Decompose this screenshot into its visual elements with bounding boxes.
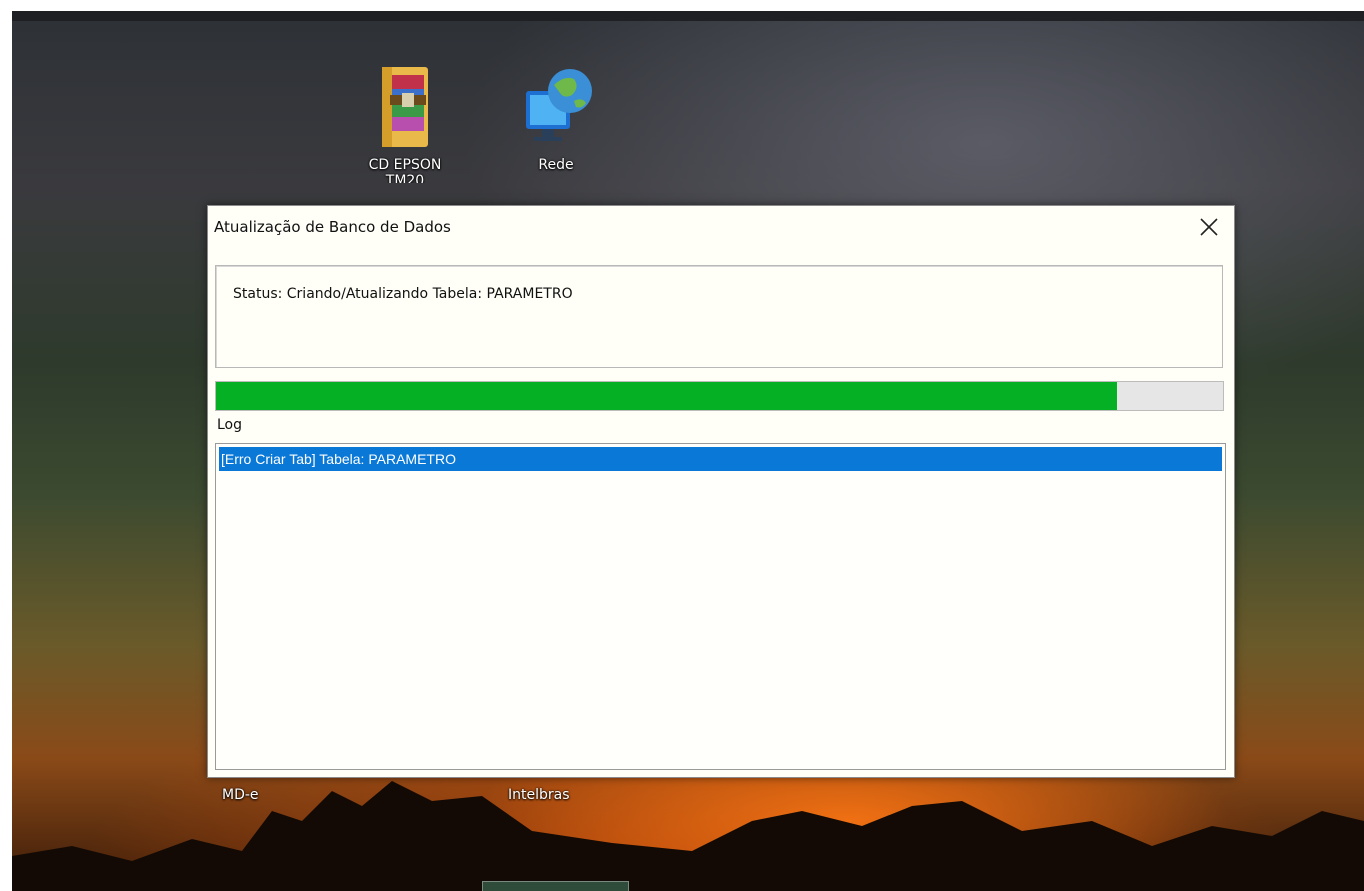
progress-fill: [216, 382, 1118, 410]
taskbar-item[interactable]: [482, 881, 629, 891]
desktop-icon-label-line2: TM20: [385, 173, 425, 183]
network-globe-icon: [526, 69, 592, 141]
log-entry[interactable]: [Erro Criar Tab] Tabela: PARAMETRO: [219, 447, 1222, 471]
desktop-icon-rede[interactable]: Rede: [501, 65, 611, 173]
desktop-icon-label: CD EPSON: [368, 157, 442, 173]
desktop-icon-label-md-e[interactable]: MD-e: [222, 787, 259, 803]
status-panel: Status: Criando/Atualizando Tabela: PARA…: [215, 265, 1223, 368]
close-icon[interactable]: [1198, 216, 1220, 238]
desktop-icon-cd-epson[interactable]: CD EPSON TM20: [350, 65, 460, 183]
status-text: Status: Criando/Atualizando Tabela: PARA…: [233, 286, 573, 302]
log-list[interactable]: [Erro Criar Tab] Tabela: PARAMETRO: [215, 443, 1226, 770]
update-dialog: Atualização de Banco de Dados Status: Cr…: [207, 205, 1235, 778]
desktop-icon-label-intelbras[interactable]: Intelbras: [508, 787, 570, 803]
log-label: Log: [217, 417, 243, 433]
winrar-folder-icon: [382, 67, 428, 147]
dialog-title: Atualização de Banco de Dados: [214, 218, 451, 236]
desktop-icon-label: Rede: [538, 157, 574, 173]
top-bar: [12, 11, 1364, 21]
progress-bar: [215, 381, 1224, 411]
